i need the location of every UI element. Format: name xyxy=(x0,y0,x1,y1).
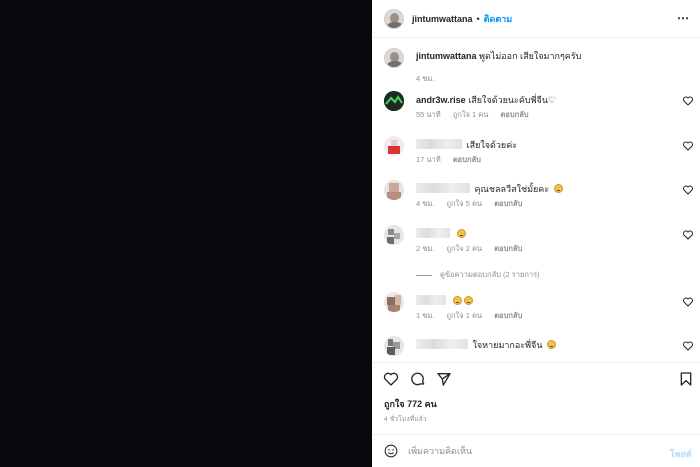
comment-likes[interactable]: ถูกใจ 1 คน xyxy=(453,110,489,119)
comment-icon[interactable] xyxy=(410,371,426,387)
separator-dot: • xyxy=(476,13,480,24)
post-panel: jintumwattana • ติดตาม ⋯ jintumwattana พ… xyxy=(372,0,700,467)
post-button[interactable]: โพสต์ xyxy=(670,447,692,461)
commenter-avatar[interactable] xyxy=(384,292,404,312)
heart-icon[interactable] xyxy=(682,229,694,241)
comment-text-row: ใจหายมากอะพี่จีน xyxy=(416,339,556,351)
blurred-username[interactable] xyxy=(416,183,470,193)
comment-text: เสียใจด้วยค่ะ xyxy=(466,140,518,150)
comment-item: ใจหายมากอะพี่จีน xyxy=(384,336,693,359)
commenter-avatar[interactable] xyxy=(384,136,404,156)
comment-time[interactable]: 17 นาที xyxy=(416,155,441,164)
crying-emoji-icon xyxy=(547,340,556,349)
comment-meta: 1 ชม. ถูกใจ 1 คน ตอบกลับ xyxy=(416,310,522,322)
comment-text-row: คุณชลลวีสใช่มั้ยคะ xyxy=(416,183,563,195)
blurred-username[interactable] xyxy=(416,339,468,349)
heart-icon[interactable] xyxy=(383,371,399,387)
comment-input[interactable] xyxy=(408,443,648,459)
commenter-avatar[interactable] xyxy=(384,336,404,356)
comment-meta: 2 ชม. ถูกใจ 2 คน ตอบกลับ xyxy=(416,243,522,255)
reply-button[interactable]: ตอบกลับ xyxy=(494,311,522,320)
comment-text-row: เสียใจด้วยค่ะ xyxy=(416,139,517,151)
comment-item: เสียใจด้วยค่ะ 17 นาที ตอบกลับ xyxy=(384,136,693,172)
comment-item: 2 ชม. ถูกใจ 2 คน ตอบกลับ xyxy=(384,225,693,261)
comment-likes[interactable]: ถูกใจ 5 คน xyxy=(446,199,482,208)
blurred-username[interactable] xyxy=(416,139,462,149)
post-timestamp[interactable]: 4 ชั่วโมงที่แล้ว xyxy=(384,414,427,424)
sad-emoji-icon xyxy=(456,229,466,238)
likes-count[interactable]: ถูกใจ 772 คน xyxy=(384,397,437,411)
more-options-icon[interactable]: ⋯ xyxy=(677,11,690,25)
view-replies-button[interactable]: ดูข้อความตอบกลับ (2 รายการ) xyxy=(416,269,540,281)
comment-meta: 4 ชม. ถูกใจ 5 คน ตอบกลับ xyxy=(416,198,522,210)
send-icon[interactable] xyxy=(436,371,452,387)
heart-icon[interactable] xyxy=(682,296,694,308)
commenter-avatar[interactable] xyxy=(384,225,404,245)
commenter-avatar[interactable] xyxy=(384,91,404,111)
comment-item: andr3w.rise เสียใจด้วยนะคับพี่จีน♡ 55 นา… xyxy=(384,91,693,127)
comment-time[interactable]: 4 ชม. xyxy=(416,199,434,208)
blurred-username[interactable] xyxy=(416,295,446,305)
comment-meta: 17 นาที ตอบกลับ xyxy=(416,154,481,166)
view-replies-label[interactable]: ดูข้อความตอบกลับ (2 รายการ) xyxy=(440,269,540,281)
sad-emoji-icon xyxy=(553,184,563,193)
comment-text: ใจหายมากอะพี่จีน xyxy=(472,340,543,350)
heart-icon[interactable] xyxy=(682,184,694,196)
caption-time[interactable]: 4 ชม. xyxy=(416,73,434,85)
comment-item: คุณชลลวีสใช่มั้ยคะ 4 ชม. ถูกใจ 5 คน ตอบก… xyxy=(384,180,693,216)
commenter-avatar[interactable] xyxy=(384,180,404,200)
comment-username[interactable]: andr3w.rise xyxy=(416,95,466,105)
comment-time[interactable]: 2 ชม. xyxy=(416,244,434,253)
replies-divider xyxy=(416,274,432,276)
comment-time[interactable]: 1 ชม. xyxy=(416,311,434,320)
sad-emoji-icon xyxy=(452,296,462,305)
reply-button[interactable]: ตอบกลับ xyxy=(501,110,529,119)
comment-text: เสียใจด้วยนะคับพี่จีน♡ xyxy=(468,95,557,105)
comment-meta: 55 นาที ถูกใจ 1 คน ตอบกลับ xyxy=(416,109,529,121)
smile-icon[interactable] xyxy=(384,444,398,458)
author-username[interactable]: jintumwattana xyxy=(412,14,473,24)
post-media[interactable] xyxy=(0,0,372,467)
comment-text: คุณชลลวีสใช่มั้ยคะ xyxy=(474,184,550,194)
sad-emoji-icon xyxy=(463,296,473,305)
comment-composer: โพสต์ xyxy=(372,434,700,467)
reply-button[interactable]: ตอบกลับ xyxy=(494,244,522,253)
caption-avatar[interactable] xyxy=(384,48,404,68)
comment-text-row xyxy=(416,228,466,240)
comment-item: 1 ชม. ถูกใจ 1 คน ตอบกลับ xyxy=(384,292,693,328)
comments-list[interactable]: jintumwattana พูดไม่ออก เสียใจมากๆครับ 4… xyxy=(372,39,700,359)
comment-text-row xyxy=(416,295,473,307)
heart-icon[interactable] xyxy=(682,340,694,352)
comment-time[interactable]: 55 นาที xyxy=(416,110,441,119)
caption-text: พูดไม่ออก เสียใจมากๆครับ xyxy=(479,51,582,61)
follow-button[interactable]: ติดตาม xyxy=(484,12,513,26)
reply-button[interactable]: ตอบกลับ xyxy=(494,199,522,208)
comment-text-row: andr3w.rise เสียใจด้วยนะคับพี่จีน♡ xyxy=(416,94,556,106)
post-header: jintumwattana • ติดตาม ⋯ xyxy=(372,0,700,38)
heart-icon[interactable] xyxy=(682,95,694,107)
author-avatar[interactable] xyxy=(384,8,404,29)
reply-button[interactable]: ตอบกลับ xyxy=(453,155,481,164)
comment-likes[interactable]: ถูกใจ 1 คน xyxy=(446,311,482,320)
caption-username[interactable]: jintumwattana xyxy=(416,51,477,61)
blurred-username[interactable] xyxy=(416,228,450,238)
caption-text-row: jintumwattana พูดไม่ออก เสียใจมากๆครับ xyxy=(416,50,686,62)
heart-icon[interactable] xyxy=(682,140,694,152)
bookmark-icon[interactable] xyxy=(678,371,694,387)
comment-likes[interactable]: ถูกใจ 2 คน xyxy=(446,244,482,253)
